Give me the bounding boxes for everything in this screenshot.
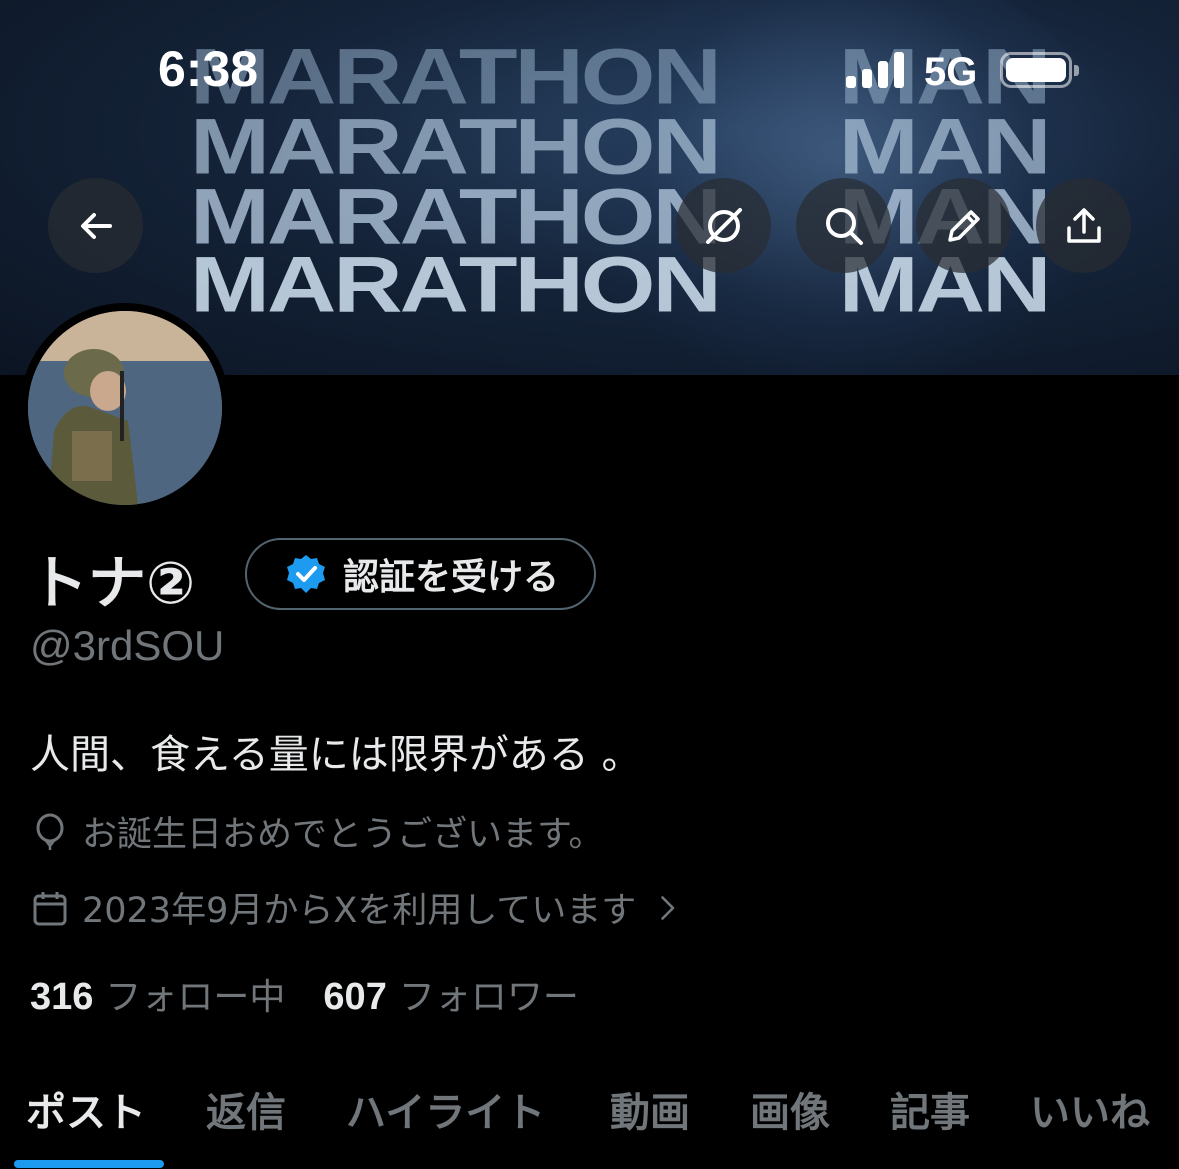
status-time: 6:38 <box>158 41 259 97</box>
get-verified-button[interactable]: 認証を受ける <box>245 538 596 610</box>
tab-highlights[interactable]: ハイライト <box>346 1080 545 1138</box>
verified-badge-icon <box>287 555 325 593</box>
avatar-photo <box>28 311 222 505</box>
share-icon <box>1066 207 1101 243</box>
following-label[interactable]: フォロー中 <box>105 968 285 1020</box>
followers-count[interactable]: 607 <box>323 976 386 1019</box>
avatar[interactable] <box>28 311 222 505</box>
tab-images[interactable]: 画像 <box>750 1080 830 1138</box>
battery-icon <box>1000 52 1079 88</box>
cellular-signal-icon <box>846 52 906 88</box>
chevron-right-icon <box>661 895 675 920</box>
joined-text: 2023年9月からXを利用しています <box>82 891 637 931</box>
back-button[interactable] <box>48 178 143 273</box>
pencil-icon <box>947 209 980 242</box>
followers-label[interactable]: フォロワー <box>399 968 579 1020</box>
joined-row[interactable]: 2023年9月からXを利用しています <box>30 882 694 933</box>
search-button[interactable] <box>796 178 891 273</box>
arrow-left-icon <box>80 212 112 239</box>
birthday-text: お誕生日おめでとうございます。 <box>82 815 604 855</box>
grok-icon <box>705 207 742 244</box>
display-name: トナ② <box>30 549 196 617</box>
grok-button[interactable] <box>676 178 771 273</box>
following-count[interactable]: 316 <box>30 976 93 1019</box>
tab-likes[interactable]: いいね <box>1030 1080 1150 1138</box>
edit-button[interactable] <box>916 178 1011 273</box>
profile-bio: 人間、食える量には限界がある 。 <box>30 732 642 778</box>
calendar-icon <box>33 891 67 925</box>
get-verified-label: 認証を受ける <box>343 557 560 598</box>
follow-stats: 316 フォロー中 607 フォロワー <box>30 968 617 1020</box>
profile-tabs: ポスト 返信 ハイライト 動画 画像 記事 いいね <box>0 1070 1179 1169</box>
banner-text-row: MARATHONMAN <box>190 241 1051 329</box>
tab-replies[interactable]: 返信 <box>206 1080 286 1138</box>
search-icon <box>825 207 863 245</box>
tab-posts[interactable]: ポスト <box>26 1080 146 1138</box>
tab-videos[interactable]: 動画 <box>610 1080 690 1138</box>
user-handle: @3rdSOU <box>30 622 225 669</box>
share-button[interactable] <box>1036 178 1131 273</box>
network-type: 5G <box>924 50 978 94</box>
birthday-row: お誕生日おめでとうございます。 <box>30 806 604 857</box>
active-tab-indicator <box>14 1160 164 1168</box>
balloon-icon <box>36 813 64 850</box>
tab-articles[interactable]: 記事 <box>890 1080 970 1138</box>
